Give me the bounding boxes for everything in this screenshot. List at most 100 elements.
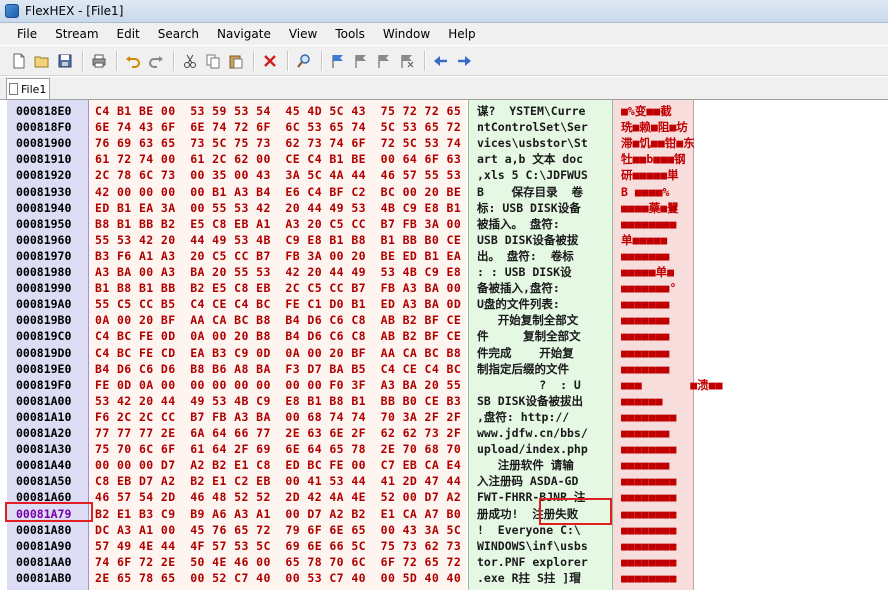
hex-row[interactable]: C4 BC FE 0D 0A 00 20 B8 B4 D6 C6 C8 AB B… (95, 328, 461, 344)
hex-row[interactable]: B8 B1 BB B2 E5 C8 EB A1 A3 20 C5 CC B7 F… (95, 216, 461, 232)
undo-icon[interactable] (122, 50, 144, 72)
text-row[interactable]: 件完成 开始复 (477, 345, 574, 361)
text-row[interactable]: 出。 盘符: 卷标 (477, 248, 574, 264)
hex-row[interactable]: 57 49 4E 44 4F 57 53 5C 69 6E 66 5C 75 7… (95, 538, 461, 554)
menu-stream[interactable]: Stream (48, 23, 105, 45)
hex-row[interactable]: 55 C5 CC B5 C4 CE C4 BC FE C1 D0 B1 ED A… (95, 296, 461, 312)
menu-edit[interactable]: Edit (110, 23, 147, 45)
char-row[interactable]: ■■■■■■■ (621, 312, 669, 328)
char-row[interactable]: ■%变■■截 (621, 103, 672, 119)
hex-row[interactable]: DC A3 A1 00 45 76 65 72 79 6F 6E 65 00 4… (95, 522, 461, 538)
char-row[interactable]: 研■■■■■単 (621, 167, 679, 183)
char-row[interactable]: ■■■■■■■° (621, 280, 676, 296)
back-arrow-icon[interactable] (430, 50, 452, 72)
char-row[interactable]: ■■■■■■■■ (621, 522, 676, 538)
hex-row[interactable]: B4 D6 C6 D6 B8 B6 A8 BA F3 D7 BA B5 C4 C… (95, 361, 461, 377)
text-row[interactable]: 制指定后缀的文件 (477, 361, 569, 377)
menu-search[interactable]: Search (151, 23, 206, 45)
print-icon[interactable] (88, 50, 110, 72)
hex-row[interactable]: 55 53 42 20 44 49 53 4B C9 E8 B1 B8 B1 B… (95, 232, 461, 248)
menu-window[interactable]: Window (376, 23, 437, 45)
text-row[interactable]: upload/index.php (477, 441, 588, 457)
menu-file[interactable]: File (11, 23, 44, 45)
char-row[interactable]: 牡■■b■■■钢 (621, 151, 686, 167)
hex-row[interactable]: 2C 78 6C 73 00 35 00 43 3A 5C 4A 44 46 5… (95, 167, 461, 183)
text-row[interactable]: 谋? YSTEM\Curre (477, 103, 585, 119)
char-row[interactable]: ■■■■■■■ (621, 328, 669, 344)
text-row[interactable]: 开始复制全部文 (477, 312, 579, 328)
hex-row[interactable]: 42 00 00 00 00 B1 A3 B4 E6 C4 BF C2 BC 0… (95, 184, 461, 200)
hex-row[interactable]: ED B1 EA 3A 00 55 53 42 20 44 49 53 4B C… (95, 200, 461, 216)
char-row[interactable]: ■■■■■■■ (621, 425, 669, 441)
char-row[interactable]: B ■■■■% (621, 184, 669, 200)
new-icon[interactable] (8, 50, 30, 72)
text-row[interactable]: 入注册码 ASDA-GD (477, 473, 578, 489)
hex-editor[interactable]: 000818E0 000818F0 00081900 00081910 00081920… (0, 100, 888, 590)
hex-row[interactable]: 77 77 77 2E 6A 64 66 77 2E 63 6E 2F 62 6… (95, 425, 461, 441)
text-row[interactable]: : : USB DISK设 (477, 264, 572, 280)
hex-row[interactable]: 74 6F 72 2E 50 4E 46 00 65 78 70 6C 6F 7… (95, 554, 461, 570)
char-row[interactable]: 滞■饥■■钳■东 (621, 135, 695, 151)
hex-row[interactable]: C8 EB D7 A2 B2 E1 C2 EB 00 41 53 44 41 2… (95, 473, 461, 489)
hex-row[interactable]: FE 0D 0A 00 00 00 00 00 00 00 F0 3F A3 B… (95, 377, 461, 393)
copy-icon[interactable] (202, 50, 224, 72)
hex-row[interactable]: B3 F6 A1 A3 20 C5 CC B7 FB 3A 00 20 BE E… (95, 248, 461, 264)
text-row[interactable]: B 保存目录 卷 (477, 184, 583, 200)
hex-row[interactable]: 2E 65 78 65 00 52 C7 40 00 53 C7 40 00 5… (95, 570, 461, 586)
redo-icon[interactable] (145, 50, 167, 72)
char-row[interactable]: ■■■■■■■ (621, 248, 669, 264)
hex-column[interactable]: C4 B1 BE 00 53 59 53 54 45 4D 5C 43 75 7… (89, 100, 466, 590)
char-row[interactable]: ■■■ ■溃■■ (621, 377, 723, 393)
hex-row[interactable]: 6E 74 43 6F 6E 74 72 6F 6C 53 65 74 5C 5… (95, 119, 461, 135)
hex-row[interactable]: 75 70 6C 6F 61 64 2F 69 6E 64 65 78 2E 7… (95, 441, 461, 457)
text-row[interactable]: 标: USB DISK设备 (477, 200, 581, 216)
text-row[interactable]: ,盘符: http:// (477, 409, 569, 425)
bookmark-next-icon[interactable] (373, 50, 395, 72)
hex-row[interactable]: C4 BC FE CD EA B3 C9 0D 0A 00 20 BF AA C… (95, 345, 461, 361)
char-row[interactable]: ■■■■■■■ (621, 345, 669, 361)
text-row[interactable]: 备被插入,盘符: (477, 280, 560, 296)
char-row[interactable]: ■■■■■■■■ (621, 216, 676, 232)
hex-row[interactable]: B2 E1 B3 C9 B9 A6 A3 A1 00 D7 A2 B2 E1 C… (95, 506, 461, 522)
text-row[interactable]: vices\usbstor\St (477, 135, 588, 151)
char-row[interactable]: ■■■■■■■ (621, 361, 669, 377)
hex-row[interactable]: C4 B1 BE 00 53 59 53 54 45 4D 5C 43 75 7… (95, 103, 461, 119)
cut-icon[interactable] (179, 50, 201, 72)
char-row[interactable]: 珗■赖■阻■坊 (621, 119, 688, 135)
text-row[interactable]: .exe R拄 S拄 ]瑁 (477, 570, 581, 586)
hex-row[interactable]: 76 69 63 65 73 5C 75 73 62 73 74 6F 72 5… (95, 135, 461, 151)
char-column[interactable]: ■%变■■截 珗■赖■阻■坊 滞■饥■■钳■东 牡■■b■■■钢 研■■■■■単 B ■■… (613, 100, 723, 590)
tab-file1[interactable]: File1 (6, 78, 50, 99)
text-row[interactable]: SB DISK设备被拔出 (477, 393, 583, 409)
menu-navigate[interactable]: Navigate (210, 23, 278, 45)
text-row[interactable]: ? : U (477, 377, 581, 393)
hex-row[interactable]: 53 42 20 44 49 53 4B C9 E8 B1 B8 B1 BB B… (95, 393, 461, 409)
char-row[interactable]: ■■■■■■■■ (621, 554, 676, 570)
char-row[interactable]: ■■■■藥■矍 (621, 200, 679, 216)
open-icon[interactable] (31, 50, 53, 72)
hex-row[interactable]: 00 00 00 D7 A2 B2 E1 C8 ED BC FE 00 C7 E… (95, 457, 461, 473)
save-icon[interactable] (54, 50, 76, 72)
menu-tools[interactable]: Tools (328, 23, 372, 45)
hex-row[interactable]: F6 2C 2C CC B7 FB A3 BA 00 68 74 74 70 3… (95, 409, 461, 425)
menu-help[interactable]: Help (441, 23, 482, 45)
delete-icon[interactable] (259, 50, 281, 72)
paste-icon[interactable] (225, 50, 247, 72)
text-row[interactable]: www.jdfw.cn/bbs/ (477, 425, 588, 441)
char-row[interactable]: ■■■■■■■■ (621, 409, 676, 425)
forward-arrow-icon[interactable] (453, 50, 475, 72)
char-row[interactable]: 单■■■■■ (621, 232, 667, 248)
hex-row[interactable]: 46 57 54 2D 46 48 52 52 2D 42 4A 4E 52 0… (95, 489, 461, 505)
char-row[interactable]: ■■■■■■■■ (621, 441, 676, 457)
char-row[interactable]: ■■■■■■■■ (621, 473, 676, 489)
char-row[interactable]: ■■■■■■■■ (621, 538, 676, 554)
bookmark-clear-icon[interactable] (396, 50, 418, 72)
text-row[interactable]: WINDOWS\inf\usbs (477, 538, 588, 554)
text-row[interactable]: 注册软件 请输 (477, 457, 574, 473)
char-row[interactable]: ■■■■■■ (621, 393, 663, 409)
hex-row[interactable]: 61 72 74 00 61 2C 62 00 CE C4 B1 BE 00 6… (95, 151, 461, 167)
bookmark-icon[interactable] (327, 50, 349, 72)
char-row[interactable]: ■■■■■■■■ (621, 506, 676, 522)
text-row[interactable]: USB DISK设备被拔 (477, 232, 578, 248)
hex-row[interactable]: 0A 00 20 BF AA CA BC B8 B4 D6 C6 C8 AB B… (95, 312, 461, 328)
